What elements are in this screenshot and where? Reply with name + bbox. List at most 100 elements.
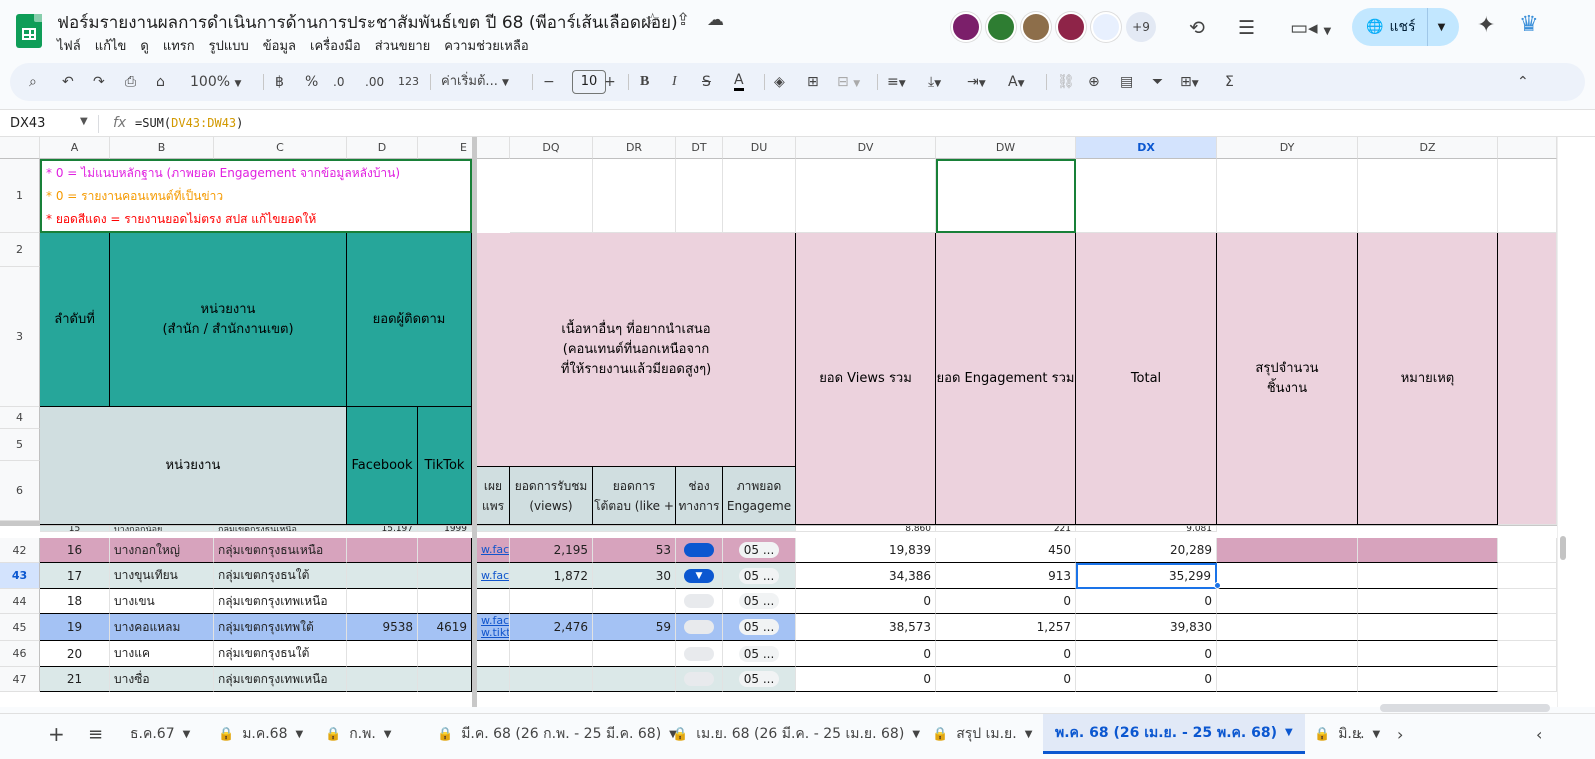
group-cell[interactable]: กลุ่มเขตกรุงธนใต้ [214, 641, 347, 667]
empty-cell[interactable] [1498, 641, 1557, 667]
version-history-icon[interactable]: ⟲ [1189, 17, 1205, 39]
empty-cell[interactable] [1498, 667, 1557, 692]
column-header-du[interactable]: DU [723, 137, 796, 159]
channel-cell[interactable] [676, 614, 723, 641]
merge-cells-icon[interactable]: ⊟ ▼ [837, 73, 860, 93]
header-seq[interactable]: ลำดับที่ [40, 233, 110, 407]
image-chip-cell[interactable]: 05 ... [723, 614, 796, 641]
engagement-total-cell[interactable]: 0 [936, 589, 1076, 614]
row-header-1[interactable]: 1 [0, 159, 40, 233]
menu-item[interactable]: รูปแบบ [209, 35, 249, 56]
row-header-5[interactable]: 5 [0, 429, 40, 461]
channel-chip[interactable] [684, 646, 714, 661]
text-wrapping-icon[interactable]: ⇥▼ [967, 73, 986, 93]
total-cell[interactable]: 0 [1076, 667, 1217, 692]
file-chip[interactable]: 05 ... [738, 671, 780, 687]
summary-cell[interactable] [1217, 641, 1358, 667]
subheader-engagement[interactable]: ยอดการ โต้ตอบ (like + [593, 467, 676, 525]
facebook-followers-cell[interactable] [347, 563, 418, 589]
seq-cell[interactable]: 18 [40, 589, 110, 614]
empty-cell[interactable] [796, 159, 936, 233]
font-select[interactable]: ค่าเริ่มต้... ▼ [441, 73, 509, 92]
column-header-d[interactable]: D [347, 137, 418, 159]
column-header-a[interactable]: A [40, 137, 110, 159]
column-header-b[interactable]: B [110, 137, 214, 159]
channel-chip[interactable] [684, 543, 714, 557]
column-header-dr[interactable]: DR [593, 137, 676, 159]
summary-cell[interactable] [1217, 667, 1358, 692]
header-tiktok[interactable]: TikTok [418, 407, 472, 525]
summary-cell[interactable] [1217, 538, 1358, 563]
group-cell[interactable]: กลุ่มเขตกรุงธนใต้ [214, 563, 347, 589]
header-summary[interactable]: สรุปจำนวน ชิ้นงาน [1217, 233, 1358, 525]
total-cell[interactable]: 0 [1076, 589, 1217, 614]
group-cell[interactable]: กลุ่มเขตกรุงเทพเหนือ [214, 589, 347, 614]
menu-item[interactable]: แก้ไข [95, 35, 127, 56]
views-total-cell[interactable]: 0 [796, 641, 936, 667]
tab-dropdown-icon[interactable]: ▼ [384, 729, 392, 740]
empty-cell[interactable] [1498, 614, 1557, 641]
seq-cell[interactable]: 17 [40, 563, 110, 589]
spreadsheet-grid[interactable]: A B C D E DQ DR DT DU DV DW DX DY DZ 1 2 3 4 5 6 * 0 = ไม่แน… [0, 137, 1557, 707]
print-icon[interactable]: ⎙ [125, 73, 136, 91]
comments-icon[interactable]: ☰ [1238, 17, 1255, 39]
meet-icon[interactable]: ▭◂ ▼ [1290, 17, 1331, 39]
row-header-43[interactable]: 43 [0, 563, 40, 589]
group-cell[interactable]: กลุ่มเขตกรุงเทพใต้ [214, 614, 347, 641]
image-chip-cell[interactable]: 05 ... [723, 641, 796, 667]
district-cell[interactable]: บางกอกใหญ่ [110, 538, 214, 563]
channel-chip[interactable] [684, 672, 714, 686]
subheader-views[interactable]: ยอดการรับชม (views) [510, 467, 593, 525]
views-cell[interactable]: 1,872 [510, 563, 593, 589]
sheet-tab[interactable]: 🔒 ก.พ. ▼ [313, 714, 404, 754]
header-facebook[interactable]: Facebook [347, 407, 418, 525]
total-cell[interactable]: 20,289 [1076, 538, 1217, 563]
gemini-sparkle-icon[interactable]: ✦ [1477, 13, 1495, 38]
row-header-42[interactable]: 42 [0, 538, 40, 563]
row-header-6[interactable]: 6 [0, 461, 40, 521]
insert-comment-icon[interactable]: ⊕ [1088, 73, 1100, 91]
seq-cell[interactable]: 20 [40, 641, 110, 667]
publish-link-cell[interactable] [477, 589, 510, 614]
engagement-total-cell[interactable]: 0 [936, 667, 1076, 692]
star-icon[interactable]: ☆ [645, 10, 660, 30]
publish-link-cell[interactable]: w.face [477, 563, 510, 589]
seq-cell[interactable]: 21 [40, 667, 110, 692]
tab-dropdown-icon[interactable]: ▼ [1025, 729, 1033, 740]
vertical-scrollbar-thumb[interactable] [1560, 536, 1566, 560]
column-header-dz[interactable]: DZ [1358, 137, 1498, 159]
views-total-cell[interactable]: 38,573 [796, 614, 936, 641]
column-header-dv[interactable]: DV [796, 137, 936, 159]
vertical-align-icon[interactable]: ⤓▼ [928, 73, 941, 93]
seq-cell[interactable]: 16 [40, 538, 110, 563]
tab-dropdown-icon[interactable]: ▼ [183, 729, 191, 740]
summary-cell[interactable] [1217, 614, 1358, 641]
views-cell[interactable] [510, 667, 593, 692]
text-rotation-icon[interactable]: A▼ [1008, 73, 1025, 93]
row-header-45[interactable]: 45 [0, 614, 40, 641]
sheet-tab[interactable]: พ.ค. 68 (26 เม.ย. - 25 พ.ค. 68) ▼ [1043, 714, 1305, 754]
sheet-tab[interactable]: 🔒 ม.ค.68 ▼ [206, 714, 315, 754]
more-collaborators-badge[interactable]: +9 [1126, 12, 1156, 42]
group-cell[interactable]: กลุ่มเขตกรุงเทพเหนือ [214, 667, 347, 692]
row-header-4[interactable]: 4 [0, 407, 40, 429]
decrease-decimal-button[interactable]: .0 [333, 73, 344, 91]
column-header-dy[interactable]: DY [1217, 137, 1358, 159]
paint-format-icon[interactable]: ⌂ [156, 73, 165, 91]
tab-dropdown-icon[interactable]: ▼ [912, 729, 920, 740]
select-all-corner[interactable] [0, 137, 40, 159]
engagement-total-cell[interactable]: 450 [936, 538, 1076, 563]
strikethrough-icon[interactable]: S [702, 73, 711, 91]
publish-link-cell[interactable]: w.face w.tikto [477, 614, 510, 641]
add-sheet-icon[interactable]: + [48, 714, 65, 754]
font-size-input[interactable]: 10 [572, 70, 606, 94]
channel-cell[interactable]: ▼ [676, 563, 723, 589]
insert-link-icon[interactable]: ⛓ [1057, 73, 1075, 91]
channel-chip[interactable] [684, 620, 714, 634]
column-header-e[interactable]: E [418, 137, 510, 159]
undo-icon[interactable]: ↶ [62, 73, 74, 91]
views-cell[interactable] [510, 589, 593, 614]
tab-dropdown-icon[interactable]: ▼ [296, 729, 304, 740]
engagement-total-cell[interactable]: 913 [936, 563, 1076, 589]
row-header-46[interactable]: 46 [0, 641, 40, 667]
